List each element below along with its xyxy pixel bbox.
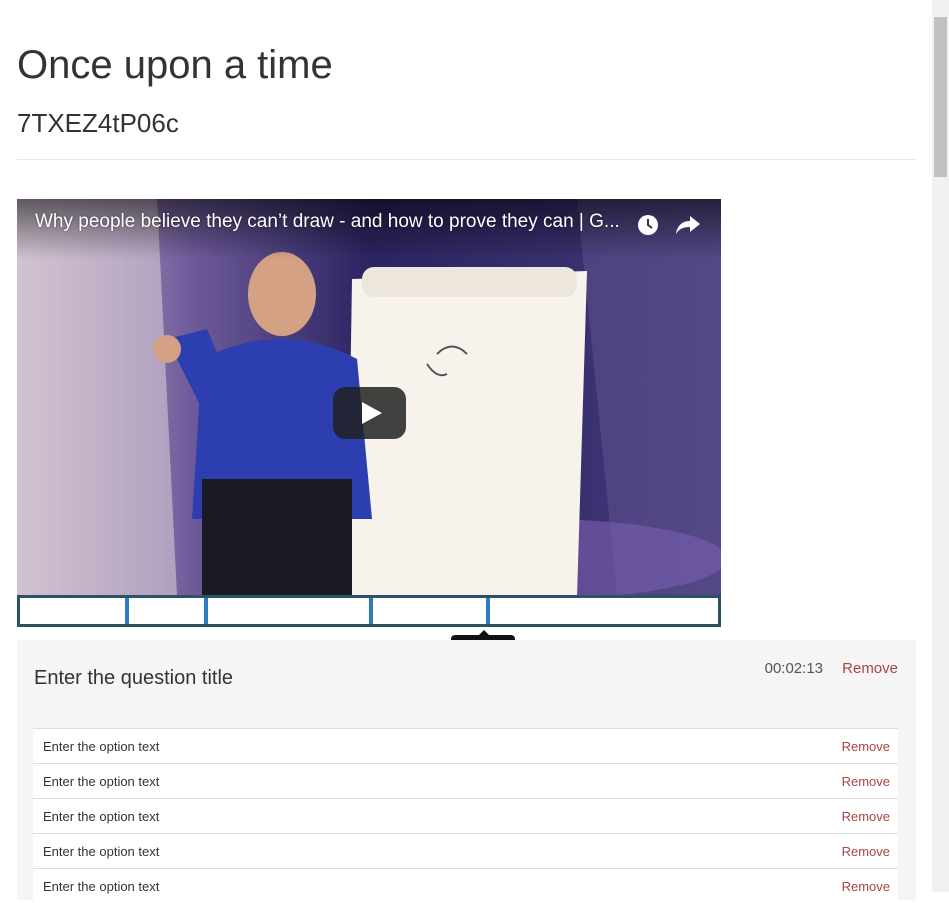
timeline-marker[interactable] <box>486 598 490 624</box>
video-player[interactable]: Why people believe they can’t draw - and… <box>17 199 721 595</box>
option-row: Enter the option text Remove <box>33 868 898 903</box>
share-icon[interactable] <box>675 213 701 237</box>
divider <box>17 159 916 160</box>
timeline-marker[interactable] <box>125 598 129 624</box>
play-icon[interactable] <box>333 387 406 439</box>
option-text[interactable]: Enter the option text <box>43 844 159 859</box>
scrollbar-thumb[interactable] <box>934 17 947 177</box>
option-text[interactable]: Enter the option text <box>43 739 159 754</box>
timeline-marker[interactable] <box>369 598 373 624</box>
option-row: Enter the option text Remove <box>33 833 898 868</box>
option-row: Enter the option text Remove <box>33 798 898 833</box>
question-panel: Enter the question title 00:02:13 Remove… <box>17 640 916 903</box>
option-remove-link[interactable]: Remove <box>842 809 890 824</box>
clock-icon[interactable] <box>637 214 659 236</box>
option-text[interactable]: Enter the option text <box>43 809 159 824</box>
option-remove-link[interactable]: Remove <box>842 774 890 789</box>
video-title[interactable]: Why people believe they can’t draw - and… <box>35 211 620 233</box>
option-remove-link[interactable]: Remove <box>842 739 890 754</box>
page-scrollbar[interactable] <box>932 0 949 892</box>
option-text[interactable]: Enter the option text <box>43 774 159 789</box>
timeline-marker[interactable] <box>204 598 208 624</box>
page-subtitle: 7TXEZ4tP06c <box>17 108 179 138</box>
video-timeline[interactable] <box>17 595 721 627</box>
question-time: 00:02:13 <box>764 660 823 677</box>
question-title[interactable]: Enter the question title <box>34 667 233 690</box>
question-remove-link[interactable]: Remove <box>842 660 898 677</box>
options-list: Enter the option text Remove Enter the o… <box>33 728 898 903</box>
option-row: Enter the option text Remove <box>33 728 898 763</box>
option-row: Enter the option text Remove <box>33 763 898 798</box>
page-title: Once upon a time <box>17 43 333 87</box>
option-remove-link[interactable]: Remove <box>842 844 890 859</box>
